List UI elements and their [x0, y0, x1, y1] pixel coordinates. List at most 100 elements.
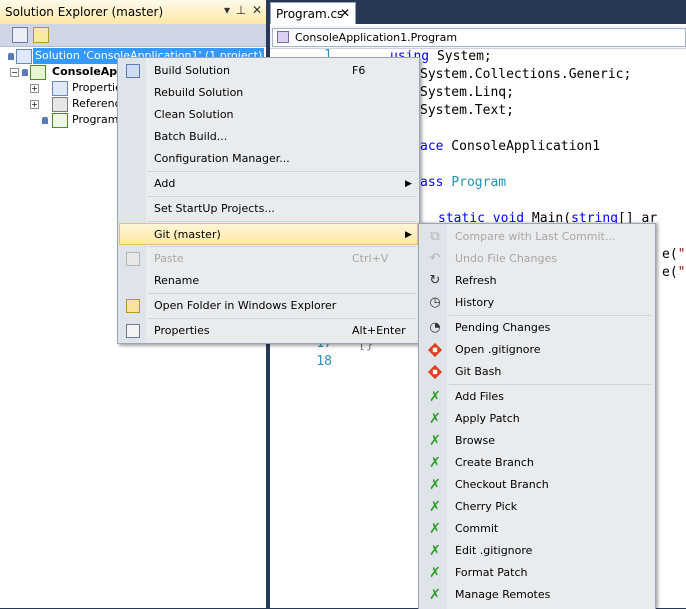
- submenu-arrow-icon: ▶: [405, 230, 412, 240]
- dropdown-arrow-icon[interactable]: ▾: [220, 3, 234, 17]
- menu-item-clean-solution[interactable]: Clean Solution: [119, 104, 418, 126]
- submenu-item-pending-changes[interactable]: ◔ Pending Changes: [420, 317, 654, 339]
- submenu-item-refresh[interactable]: ↻ Refresh: [420, 270, 654, 292]
- menu-item-label: Set StartUp Projects...: [154, 202, 275, 215]
- menu-separator: [148, 196, 416, 197]
- document-tabstrip: Program.cs ✕: [270, 0, 686, 25]
- menu-item-git[interactable]: Git (master) ▶: [119, 223, 418, 245]
- references-icon: [52, 97, 68, 112]
- expand-icon[interactable]: +: [30, 84, 39, 93]
- menu-item-label: Manage Remotes: [455, 588, 551, 601]
- submenu-item-commit[interactable]: ✗ Commit: [420, 518, 654, 540]
- menu-item-configuration-manager[interactable]: Configuration Manager...: [119, 148, 418, 170]
- tree-item-project[interactable]: − ConsoleApplication1: [10, 64, 179, 80]
- menu-item-label: Compare with Last Commit...: [455, 230, 616, 243]
- menu-item-label: Format Patch: [455, 566, 528, 579]
- menu-item-label: Git (master): [154, 228, 221, 241]
- history-icon: ◷: [429, 295, 441, 310]
- tortoise-git-icon: ✗: [429, 499, 441, 515]
- menu-item-paste[interactable]: Paste Ctrl+V: [119, 248, 418, 270]
- tab-program-cs[interactable]: Program.cs ✕: [270, 2, 356, 25]
- collapse-icon[interactable]: −: [10, 68, 19, 77]
- solution-explorer-toolbar: [0, 24, 266, 47]
- submenu-item-format-patch[interactable]: ✗ Format Patch: [420, 562, 654, 584]
- tortoise-git-icon: ✗: [429, 477, 441, 493]
- submenu-item-cherry-pick[interactable]: ✗ Cherry Pick: [420, 496, 654, 518]
- menu-item-label: Add: [154, 177, 176, 190]
- navigation-bar: ConsoleApplication1.Program: [270, 26, 686, 49]
- tortoise-git-icon: ✗: [429, 587, 441, 603]
- submenu-item-add-files[interactable]: ✗ Add Files: [420, 386, 654, 408]
- csharp-file-icon: [52, 113, 68, 128]
- submenu-item-apply-patch[interactable]: ✗ Apply Patch: [420, 408, 654, 430]
- tortoise-git-icon: ✗: [429, 389, 441, 405]
- close-icon[interactable]: ✕: [250, 3, 264, 17]
- solution-icon: [16, 49, 32, 64]
- submenu-item-history[interactable]: ◷ History: [420, 292, 654, 314]
- compare-icon: ⧉: [430, 229, 440, 244]
- code-line: System.Collections.Generic;: [420, 67, 632, 82]
- menu-item-add[interactable]: Add ▶: [119, 173, 418, 195]
- lock-icon: [42, 117, 48, 124]
- tortoise-git-icon: ✗: [429, 455, 441, 471]
- submenu-item-undo-file-changes[interactable]: ↶ Undo File Changes: [420, 248, 654, 270]
- expand-icon[interactable]: +: [30, 100, 39, 109]
- tab-label: Program.cs: [276, 7, 344, 21]
- menu-item-label: Open .gitignore: [455, 343, 541, 356]
- menu-item-shortcut: F6: [352, 64, 366, 77]
- refresh-icon: ↻: [429, 273, 441, 288]
- submenu-item-browse[interactable]: ✗ Browse: [420, 430, 654, 452]
- tree-item-references[interactable]: + References: [30, 96, 133, 112]
- solution-explorer-titlebar: Solution Explorer (master) ▾ ⊥ ✕: [0, 0, 266, 25]
- submenu-item-manage-remotes[interactable]: ✗ Manage Remotes: [420, 584, 654, 606]
- menu-item-label: Paste: [154, 252, 184, 265]
- menu-item-label: Refresh: [455, 274, 497, 287]
- menu-item-label: Batch Build...: [154, 130, 228, 143]
- menu-item-properties[interactable]: Properties Alt+Enter: [119, 320, 418, 342]
- lock-icon: [8, 53, 14, 60]
- menu-item-build-solution[interactable]: Build Solution F6: [119, 60, 418, 82]
- menu-item-label: Apply Patch: [455, 412, 520, 425]
- submenu-item-checkout-branch[interactable]: ✗ Checkout Branch: [420, 474, 654, 496]
- menu-item-rebuild-solution[interactable]: Rebuild Solution: [119, 82, 418, 104]
- tree-item-properties[interactable]: + Properties: [30, 80, 128, 96]
- properties-folder-icon: [52, 81, 68, 96]
- pin-icon[interactable]: ⊥: [234, 3, 248, 17]
- properties-toolbar-icon[interactable]: [12, 27, 28, 43]
- menu-item-label: Pending Changes: [455, 321, 551, 334]
- menu-item-label: Edit .gitignore: [455, 544, 533, 557]
- menu-item-label: Undo File Changes: [455, 252, 557, 265]
- show-all-files-icon[interactable]: [33, 27, 49, 43]
- code-line: ass Program: [420, 175, 507, 190]
- menu-item-label: Create Branch: [455, 456, 534, 469]
- context-menu: Build Solution F6 Rebuild Solution Clean…: [117, 57, 420, 344]
- submenu-item-edit-gitignore[interactable]: ✗ Edit .gitignore: [420, 540, 654, 562]
- lock-icon: [22, 69, 28, 76]
- menu-item-shortcut: Ctrl+V: [352, 252, 389, 265]
- tree-item-program-cs[interactable]: Program.cs: [30, 112, 134, 128]
- submenu-item-compare[interactable]: ⧉ Compare with Last Commit...: [420, 226, 654, 248]
- project-icon: [30, 65, 46, 80]
- menu-separator: [148, 318, 416, 319]
- paste-icon: [126, 252, 140, 266]
- menu-item-open-folder[interactable]: Open Folder in Windows Explorer: [119, 295, 418, 317]
- menu-item-batch-build[interactable]: Batch Build...: [119, 126, 418, 148]
- menu-separator: [148, 246, 416, 247]
- menu-separator: [148, 221, 416, 222]
- submenu-item-open-gitignore[interactable]: ◆ Open .gitignore: [420, 339, 654, 361]
- type-dropdown[interactable]: ConsoleApplication1.Program: [272, 28, 686, 47]
- git-icon: ◆: [427, 364, 443, 380]
- git-icon: ◆: [427, 342, 443, 358]
- tortoise-git-icon: ✗: [429, 433, 441, 449]
- menu-item-set-startup-projects[interactable]: Set StartUp Projects...: [119, 198, 418, 220]
- submenu-item-create-branch[interactable]: ✗ Create Branch: [420, 452, 654, 474]
- submenu-item-git-bash[interactable]: ◆ Git Bash: [420, 361, 654, 383]
- solution-explorer-title: Solution Explorer (master): [5, 5, 164, 19]
- build-icon: [126, 64, 140, 78]
- submenu-arrow-icon: ▶: [405, 179, 412, 189]
- menu-separator: [148, 171, 416, 172]
- menu-item-label: Checkout Branch: [455, 478, 549, 491]
- close-tab-icon[interactable]: ✕: [340, 6, 350, 20]
- menu-item-rename[interactable]: Rename: [119, 270, 418, 292]
- menu-separator: [148, 293, 416, 294]
